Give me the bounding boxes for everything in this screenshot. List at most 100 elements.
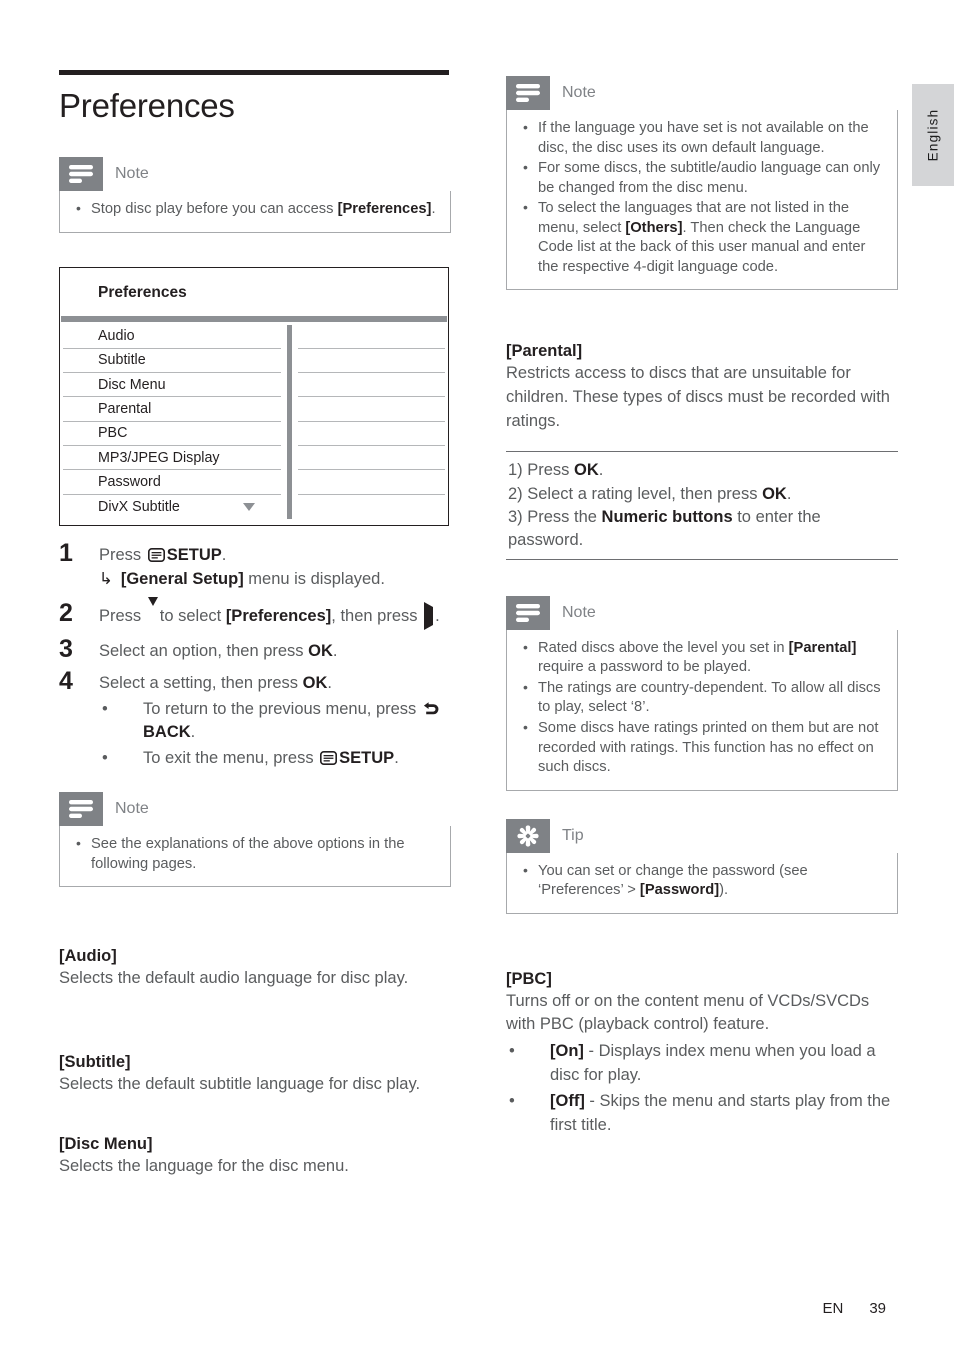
- sub-bullet-text: To return to the previous menu, press BA…: [143, 698, 451, 745]
- step-number: 4: [59, 666, 73, 695]
- pbc-option-desc: - Skips the menu and starts play from th…: [550, 1092, 891, 1134]
- proc-text: 1) Press: [508, 461, 575, 480]
- tip-bold: [Password]: [639, 882, 720, 899]
- step-body: Press SETUP. ↳ [General Setup] menu is di…: [99, 540, 385, 592]
- callout-header: Tip: [506, 818, 898, 853]
- triangle-right-icon: [424, 601, 434, 630]
- note-lines-icon: [59, 792, 103, 827]
- step-text: to select: [159, 606, 226, 625]
- menu-value-row: [298, 495, 445, 519]
- list-item: Stop disc play before you can access [Pr…: [74, 199, 436, 220]
- note-bold: [Preferences]: [337, 201, 432, 217]
- bullet-dot: •: [102, 700, 108, 719]
- section-heading: [PBC]: [506, 969, 552, 988]
- note-lines-icon: [506, 76, 550, 110]
- setup-icon: [320, 750, 338, 765]
- menu-row-disc-menu[interactable]: Disc Menu: [63, 373, 281, 398]
- step-body: Press to select [Preferences], then pres…: [99, 596, 440, 630]
- step-body: Select an option, then press OK.: [99, 636, 337, 663]
- step-bold: SETUP: [166, 545, 222, 564]
- callout-header: Note: [506, 76, 898, 110]
- menu-value-row: [298, 422, 445, 447]
- preferences-menu-table: Preferences Audio Subtitle Disc Menu Par…: [59, 266, 449, 526]
- menu-row-password[interactable]: Password: [63, 470, 281, 495]
- preferences-menu-title: Preferences: [98, 283, 187, 301]
- procedure-step-3: 3) Press the Numeric buttons to enter th…: [506, 506, 898, 553]
- footer-locale: EN: [822, 1300, 844, 1317]
- preferences-menu-options: Audio Subtitle Disc Menu Parental PBC MP…: [63, 325, 281, 519]
- preferences-menu-grid: Audio Subtitle Disc Menu Parental PBC MP…: [60, 322, 448, 525]
- preferences-menu-divider: [287, 324, 292, 519]
- callout-header: Note: [59, 157, 451, 191]
- section-pbc: [PBC] Turns off or on the content menu o…: [506, 970, 898, 1138]
- menu-value-row: [298, 349, 445, 374]
- note-language-fallback: Note If the language you have set is not…: [506, 76, 898, 291]
- callout-label: Tip: [562, 826, 584, 844]
- callout-label: Note: [115, 800, 149, 818]
- menu-row-parental[interactable]: Parental: [63, 397, 281, 422]
- tip-asterisk-icon: [506, 818, 550, 853]
- menu-row-mp3-jpeg-display[interactable]: MP3/JPEG Display: [63, 446, 281, 471]
- pbc-option-text: [On] - Displays index menu when you load…: [550, 1040, 898, 1087]
- chevron-down-icon: [243, 502, 255, 511]
- section-heading: [Disc Menu]: [59, 1134, 153, 1153]
- sub-bullet-back: • To return to the previous menu, press …: [99, 698, 451, 745]
- pbc-option-on: • [On] - Displays index menu when you lo…: [506, 1040, 898, 1087]
- parental-procedure: 1) Press OK. 2) Select a rating level, t…: [506, 451, 898, 560]
- section-body: Turns off or on the content menu of VCDs…: [506, 991, 870, 1034]
- note-list: If the language you have set is not avai…: [521, 118, 883, 277]
- list-item: To select the languages that are not lis…: [521, 198, 883, 277]
- section-body: Selects the default subtitle language fo…: [59, 1074, 421, 1093]
- pbc-option-label: [On]: [550, 1041, 584, 1060]
- step-text: Press: [99, 606, 146, 625]
- note-bold: [Parental]: [788, 639, 857, 656]
- callout-body: See the explanations of the above option…: [59, 826, 451, 888]
- note-text: Rated discs above the level you set in: [538, 639, 789, 656]
- note-list: See the explanations of the above option…: [74, 834, 436, 874]
- bullet-text: To exit the menu, press: [143, 748, 319, 767]
- menu-row-pbc[interactable]: PBC: [63, 422, 281, 447]
- note-parental-ratings: Note Rated discs above the level you set…: [506, 595, 898, 791]
- section-body: Selects the default audio language for d…: [59, 969, 409, 988]
- procedure-step-2: 2) Select a rating level, then press OK.: [506, 483, 898, 506]
- step-text: Select an option, then press: [99, 642, 309, 661]
- manual-page: English Preferences Note Stop disc play …: [0, 0, 954, 1350]
- procedure-step-1: 1) Press OK.: [506, 459, 898, 482]
- bullet-text-tail: .: [190, 723, 196, 742]
- list-item: For some discs, the subtitle/audio langu…: [521, 158, 883, 198]
- proc-bold: OK: [762, 484, 787, 503]
- note-text-tail: require a password to be played.: [538, 659, 752, 676]
- tip-asterisk-icon-svg: [517, 825, 539, 847]
- note-text-tail: .: [431, 201, 436, 217]
- step-text: Select a setting, then press: [99, 673, 303, 692]
- note-text: Stop disc play before you can access: [91, 201, 338, 217]
- list-item: See the explanations of the above option…: [74, 834, 436, 874]
- tip-text-tail: ).: [719, 882, 729, 899]
- sub-text: menu is displayed.: [243, 570, 385, 589]
- menu-value-row: [298, 397, 445, 422]
- pbc-option-desc: - Displays index menu when you load a di…: [550, 1041, 876, 1084]
- note-stop-disc-play: Note Stop disc play before you can acces…: [59, 157, 451, 233]
- bullet-bold: BACK: [143, 723, 191, 742]
- menu-value-row: [298, 446, 445, 471]
- note-lines-icon: [506, 595, 550, 630]
- note-see-explanations: Note See the explanations of the above o…: [59, 792, 451, 888]
- step-bold: [Preferences]: [225, 606, 332, 625]
- step-3: 3 Select an option, then press OK.: [59, 636, 451, 663]
- pbc-option-label: [Off]: [550, 1092, 585, 1111]
- proc-bold: OK: [574, 461, 599, 480]
- step-number: 1: [59, 538, 73, 567]
- left-column: Preferences Note Stop disc play before y…: [59, 0, 451, 1178]
- triangle-down-icon: [147, 596, 158, 624]
- section-subtitle: [Subtitle] Selects the default subtitle …: [59, 1053, 451, 1097]
- callout-label: Note: [562, 603, 596, 621]
- menu-row-divx-subtitle[interactable]: DivX Subtitle: [63, 495, 281, 519]
- menu-row-audio[interactable]: Audio: [63, 325, 281, 349]
- menu-row-subtitle[interactable]: Subtitle: [63, 349, 281, 374]
- step-4: 4 Select a setting, then press OK. • To …: [59, 666, 451, 771]
- step-number: 2: [59, 598, 73, 627]
- preferences-menu-values: [298, 325, 445, 519]
- bullet-text: To return to the previous menu, press: [143, 700, 421, 719]
- step-1: 1 Press SETUP. ↳ [General Setup] menu is …: [59, 538, 451, 592]
- step-text-tail: .: [332, 642, 338, 661]
